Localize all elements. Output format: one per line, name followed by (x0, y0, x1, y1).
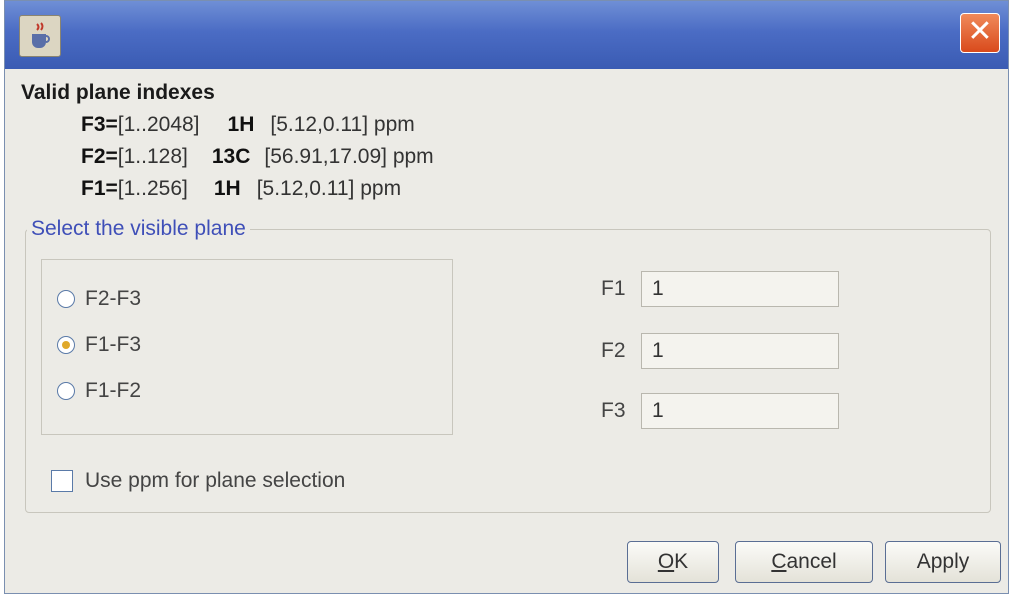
axis-range: [1..2048] (117, 113, 200, 136)
ok-mnemonic: O (657, 550, 675, 573)
dialog-window: ✕ Valid plane indexes F3=[1..2048] 1H [5.1… (4, 0, 1009, 594)
axis-range: [1..128] (117, 145, 188, 168)
nucleus-label: 13C (211, 145, 251, 168)
radio-f1-f3[interactable]: F1-F3 (57, 333, 141, 357)
ppm-range: [5.12,0.11] ppm (270, 113, 415, 136)
axis-range: [1..256] (117, 177, 188, 200)
radio-label: F1-F2 (85, 379, 142, 402)
cancel-button[interactable]: Cancel (735, 541, 873, 583)
f1-label: F1 (601, 277, 626, 300)
radio-f1-f2[interactable]: F1-F2 (57, 379, 141, 403)
checkbox-label: Use ppm for plane selection (85, 469, 346, 492)
info-row-f3: F3=[1..2048] 1H [5.12,0.11] ppm (81, 113, 415, 137)
close-button[interactable]: ✕ (960, 13, 1000, 53)
title-bar[interactable]: ✕ (5, 1, 1008, 69)
ppm-range: [5.12,0.11] ppm (256, 177, 402, 200)
radio-f2-f3[interactable]: F2-F3 (57, 287, 141, 311)
checkbox-box[interactable] (51, 470, 73, 492)
f2-label: F2 (601, 339, 626, 362)
plane-selection-legend: Select the visible plane (27, 217, 250, 241)
radio-button[interactable] (57, 336, 75, 354)
info-row-f2: F2=[1..128] 13C [56.91,17.09] ppm (81, 145, 434, 169)
valid-indexes-title: Valid plane indexes (21, 81, 215, 104)
axis-label: F3= (81, 113, 118, 136)
radio-label: F1-F3 (85, 333, 142, 356)
ppm-range: [56.91,17.09] ppm (264, 145, 434, 168)
dialog-content: Valid plane indexes F3=[1..2048] 1H [5.12,… (5, 69, 1008, 593)
axis-label: F2= (81, 145, 118, 168)
f2-field[interactable] (641, 333, 839, 369)
axis-label: F1= (81, 177, 118, 200)
info-row-f1: F1=[1..256] 1H [5.12,0.11] ppm (81, 177, 401, 201)
nucleus-label: 1H (227, 113, 255, 136)
ok-button[interactable]: OK (627, 541, 719, 583)
close-icon: ✕ (967, 14, 993, 49)
use-ppm-checkbox[interactable]: Use ppm for plane selection (51, 469, 345, 493)
f3-field[interactable] (641, 393, 839, 429)
java-cup-icon (19, 15, 61, 57)
radio-button[interactable] (57, 290, 75, 308)
radio-button[interactable] (57, 382, 75, 400)
radio-label: F2-F3 (85, 287, 142, 310)
f1-field[interactable] (641, 271, 839, 307)
cancel-mnemonic: C (771, 550, 787, 573)
ok-label-rest: K (674, 550, 689, 573)
nucleus-label: 1H (213, 177, 241, 200)
apply-button[interactable]: Apply (885, 541, 1001, 583)
f3-label: F3 (601, 399, 626, 422)
cancel-label-rest: ancel (786, 550, 837, 573)
